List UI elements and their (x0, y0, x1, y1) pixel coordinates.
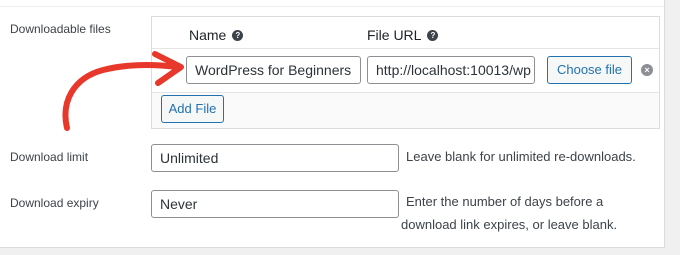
help-icon[interactable]: ? (427, 29, 439, 41)
download-expiry-label: Download expiry (10, 196, 99, 210)
remove-file-icon[interactable]: × (641, 64, 653, 76)
downloadable-files-table: Name ? File URL ? WordPress for Beginner… (151, 16, 660, 129)
download-expiry-description-line-2: download link expires, or leave blank. (401, 217, 618, 232)
column-header-name: Name ? (189, 27, 244, 43)
download-expiry-input[interactable]: Never (151, 190, 399, 218)
download-limit-label: Download limit (10, 150, 89, 164)
annotation-arrow (62, 51, 184, 131)
product-downloads-panel: Downloadable files Name ? File URL ? Wor… (0, 0, 665, 248)
files-table-header: Name ? File URL ? (152, 17, 659, 49)
column-header-file-url: File URL ? (367, 27, 439, 43)
column-name-label: Name (189, 27, 227, 43)
download-limit-input[interactable]: Unlimited (151, 144, 399, 172)
file-name-input[interactable]: WordPress for Beginners (186, 56, 361, 84)
column-file-url-label: File URL (367, 27, 422, 43)
file-row: WordPress for Beginners http://localhost… (152, 49, 659, 93)
download-expiry-description-line-1: Enter the number of days before a (406, 194, 604, 209)
file-url-input[interactable]: http://localhost:10013/wp (367, 56, 535, 84)
choose-file-button[interactable]: Choose file (547, 56, 632, 84)
download-limit-description: Leave blank for unlimited re-downloads. (406, 149, 636, 164)
help-icon[interactable]: ? (232, 29, 244, 41)
downloadable-files-label: Downloadable files (10, 22, 111, 36)
panel-top-divider (0, 0, 664, 7)
